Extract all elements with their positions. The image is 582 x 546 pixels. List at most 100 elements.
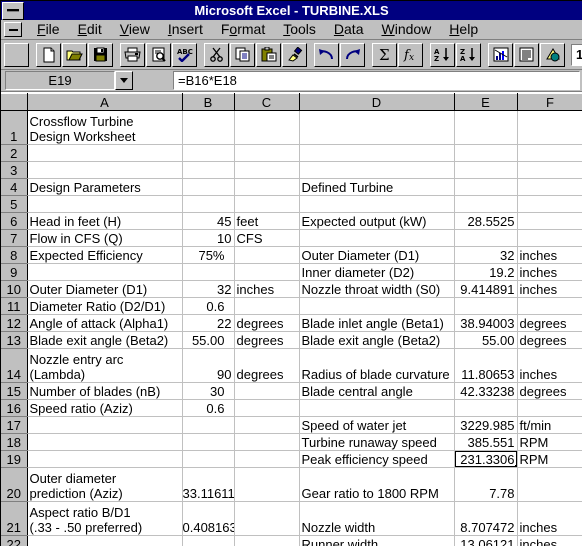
autosum-sigma-icon[interactable]: Σ <box>372 42 397 67</box>
row-header-15[interactable]: 15 <box>1 382 28 400</box>
cell-B3[interactable] <box>182 161 235 179</box>
cell-E15[interactable]: 42.33238 <box>454 382 518 400</box>
cell-E16[interactable] <box>454 399 518 417</box>
cell-E8[interactable]: 32 <box>454 246 518 264</box>
cell-F18[interactable]: RPM <box>517 433 582 451</box>
cell-F19[interactable]: RPM <box>517 450 582 468</box>
cell-F1[interactable] <box>517 110 582 145</box>
cell-B17[interactable] <box>182 416 235 434</box>
paste-clipboard-icon[interactable] <box>256 42 281 67</box>
cell-A5[interactable] <box>27 195 183 213</box>
cell-B16[interactable]: 0.6 <box>182 399 235 417</box>
cell-D5[interactable] <box>299 195 455 213</box>
cell-D12[interactable]: Blade inlet angle (Beta1) <box>299 314 455 332</box>
cell-C21[interactable] <box>234 501 300 536</box>
row-header-11[interactable]: 11 <box>1 297 28 315</box>
cell-B1[interactable] <box>182 110 235 145</box>
cell-E7[interactable] <box>454 229 518 247</box>
row-header-20[interactable]: 20 <box>1 467 28 502</box>
cell-A13[interactable]: Blade exit angle (Beta2) <box>27 331 183 349</box>
cell-B21[interactable]: 0.408163 <box>182 501 235 536</box>
cell-F11[interactable] <box>517 297 582 315</box>
undo-arrow-icon[interactable] <box>314 42 339 67</box>
cell-C2[interactable] <box>234 144 300 162</box>
cell-D19[interactable]: Peak efficiency speed <box>299 450 455 468</box>
cell-E9[interactable]: 19.2 <box>454 263 518 281</box>
cell-D1[interactable] <box>299 110 455 145</box>
row-header-16[interactable]: 16 <box>1 399 28 417</box>
drawing-icon[interactable] <box>540 42 565 67</box>
cell-C7[interactable]: CFS <box>234 229 300 247</box>
cell-B22[interactable] <box>182 535 235 546</box>
cell-A15[interactable]: Number of blades (nB) <box>27 382 183 400</box>
cell-F15[interactable]: degrees <box>517 382 582 400</box>
column-header-D[interactable]: D <box>299 93 455 111</box>
column-header-E[interactable]: E <box>454 93 518 111</box>
cell-D21[interactable]: Nozzle width <box>299 501 455 536</box>
row-header-18[interactable]: 18 <box>1 433 28 451</box>
open-folder-icon[interactable] <box>62 42 87 67</box>
row-header-7[interactable]: 7 <box>1 229 28 247</box>
menu-format[interactable]: Format <box>212 20 274 39</box>
cell-B8[interactable]: 75% <box>182 246 235 264</box>
cell-A21[interactable]: Aspect ratio B/D1 (.33 - .50 preferred) <box>27 501 183 536</box>
sort-ascending-icon[interactable]: A Z <box>430 42 455 67</box>
cell-A16[interactable]: Speed ratio (Aziz) <box>27 399 183 417</box>
row-header-4[interactable]: 4 <box>1 178 28 196</box>
cut-scissors-icon[interactable] <box>204 42 229 67</box>
cell-F13[interactable]: degrees <box>517 331 582 349</box>
row-header-5[interactable]: 5 <box>1 195 28 213</box>
cell-C1[interactable] <box>234 110 300 145</box>
cell-A10[interactable]: Outer Diameter (D1) <box>27 280 183 298</box>
cell-B20[interactable]: 33.11611 <box>182 467 235 502</box>
cell-A7[interactable]: Flow in CFS (Q) <box>27 229 183 247</box>
cell-D20[interactable]: Gear ratio to 1800 RPM <box>299 467 455 502</box>
select-all-corner[interactable] <box>1 93 28 111</box>
cell-E6[interactable]: 28.5525 <box>454 212 518 230</box>
cell-D2[interactable] <box>299 144 455 162</box>
name-box[interactable]: E19 <box>5 71 115 90</box>
cell-D13[interactable]: Blade exit angle (Beta2) <box>299 331 455 349</box>
cell-C5[interactable] <box>234 195 300 213</box>
cell-B12[interactable]: 22 <box>182 314 235 332</box>
cell-D17[interactable]: Speed of water jet <box>299 416 455 434</box>
cell-E2[interactable] <box>454 144 518 162</box>
cell-D15[interactable]: Blade central angle <box>299 382 455 400</box>
row-header-19[interactable]: 19 <box>1 450 28 468</box>
cell-B15[interactable]: 30 <box>182 382 235 400</box>
cell-C19[interactable] <box>234 450 300 468</box>
cell-D16[interactable] <box>299 399 455 417</box>
row-header-13[interactable]: 13 <box>1 331 28 349</box>
cell-C18[interactable] <box>234 433 300 451</box>
cell-A17[interactable] <box>27 416 183 434</box>
cell-C3[interactable] <box>234 161 300 179</box>
worksheet-grid[interactable]: A B C D E F 1 Crossflow Turbine Design Wo… <box>1 92 582 546</box>
menu-tools[interactable]: Tools <box>274 20 325 39</box>
cell-C20[interactable] <box>234 467 300 502</box>
cell-E11[interactable] <box>454 297 518 315</box>
cell-A14[interactable]: Nozzle entry arc (Lambda) <box>27 348 183 383</box>
format-painter-icon[interactable] <box>282 42 307 67</box>
cell-E5[interactable] <box>454 195 518 213</box>
cell-D22[interactable]: Runner width <box>299 535 455 546</box>
cell-F5[interactable] <box>517 195 582 213</box>
cell-B14[interactable]: 90 <box>182 348 235 383</box>
fill-handle[interactable] <box>514 465 516 467</box>
cell-F12[interactable]: degrees <box>517 314 582 332</box>
cell-F22[interactable]: inches <box>517 535 582 546</box>
cell-B19[interactable] <box>182 450 235 468</box>
spelling-abc-icon[interactable]: ABC <box>172 42 197 67</box>
cell-A19[interactable] <box>27 450 183 468</box>
cell-C16[interactable] <box>234 399 300 417</box>
cell-A4[interactable]: Design Parameters <box>27 178 183 196</box>
row-header-10[interactable]: 10 <box>1 280 28 298</box>
cell-C9[interactable] <box>234 263 300 281</box>
cell-E12[interactable]: 38.94003 <box>454 314 518 332</box>
cell-A6[interactable]: Head in feet (H) <box>27 212 183 230</box>
cell-B18[interactable] <box>182 433 235 451</box>
cell-A3[interactable] <box>27 161 183 179</box>
cell-E19[interactable]: 231.3306 <box>454 450 518 468</box>
cell-F2[interactable] <box>517 144 582 162</box>
column-header-C[interactable]: C <box>234 93 300 111</box>
cell-F9[interactable]: inches <box>517 263 582 281</box>
